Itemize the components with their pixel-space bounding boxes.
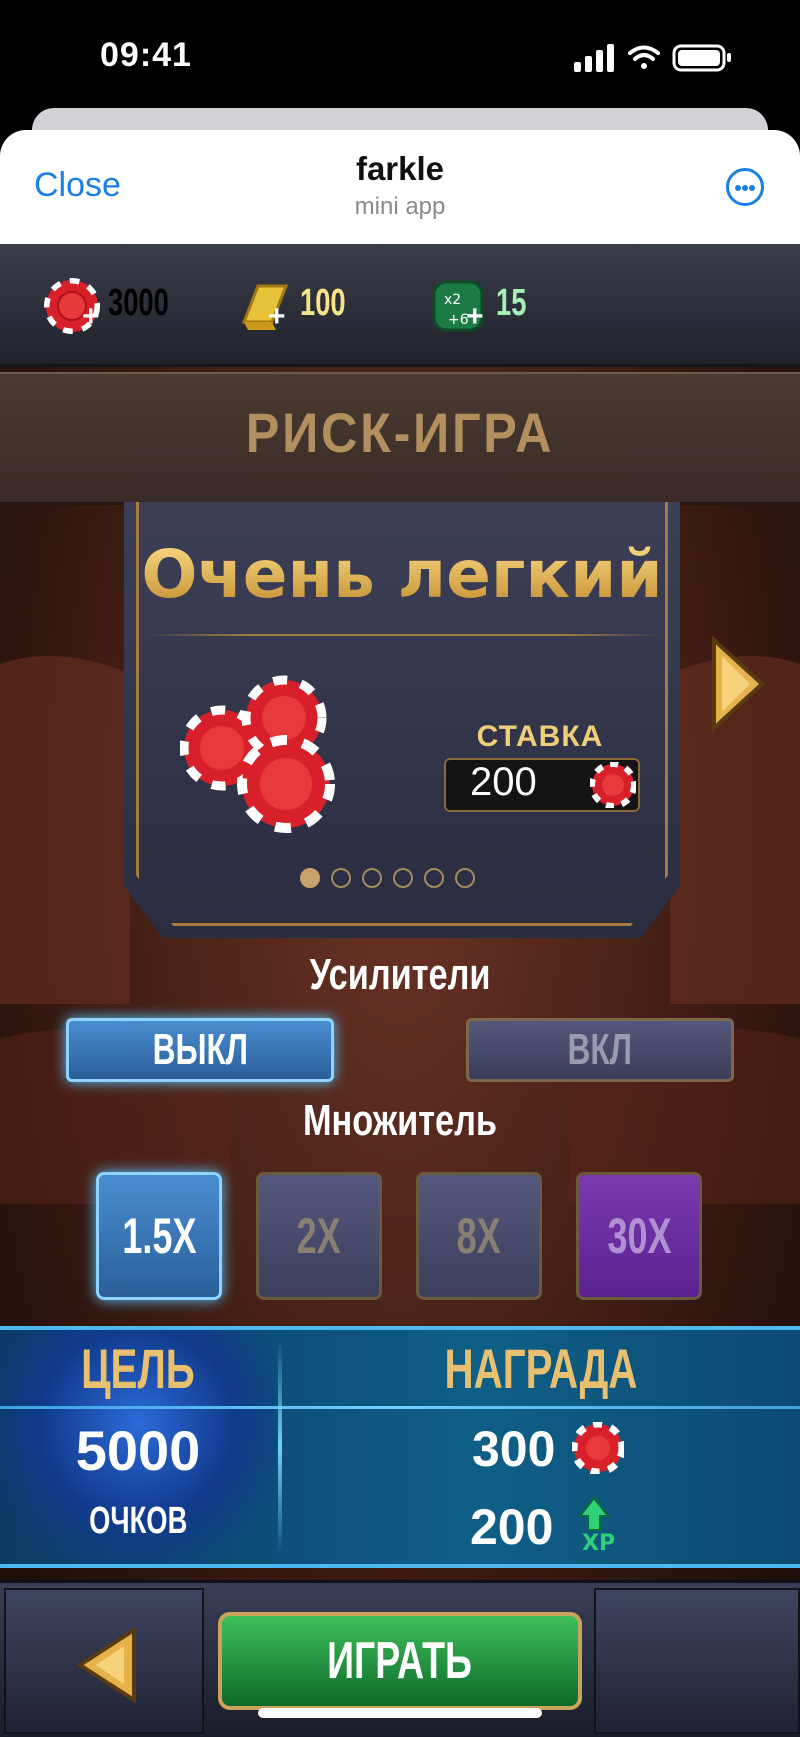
stake-chip-icon (590, 762, 636, 808)
status-icons (574, 44, 731, 72)
app-subtitle: mini app (354, 193, 446, 220)
page-dot[interactable] (455, 868, 475, 888)
app-title: farkle (355, 150, 445, 187)
boosters-off-button[interactable]: ВЫКЛ (66, 1018, 334, 1082)
difficulty-title: Очень легкий (124, 536, 680, 613)
svg-text:x2: x2 (444, 292, 461, 308)
page-dot[interactable] (331, 868, 351, 888)
back-button[interactable] (4, 1588, 204, 1734)
play-label: ИГРАТЬ (327, 1632, 473, 1690)
boosters-label: Усилители (309, 950, 491, 999)
multiplier-label: Множитель (302, 1096, 498, 1145)
status-bar: 09:41 (0, 0, 800, 118)
back-arrow-icon (76, 1626, 136, 1704)
goal-value: 5000 (75, 1419, 201, 1482)
mode-title: РИСК-ИГРА (245, 401, 555, 464)
reward-chip-icon (572, 1422, 624, 1474)
multiplier-2x-button[interactable]: 2X (256, 1172, 382, 1300)
xp-icon: XP (577, 1496, 615, 1554)
multiplier-30x-button[interactable]: 30X (576, 1172, 702, 1300)
page-dot[interactable] (300, 868, 320, 888)
bottom-right-slot (594, 1588, 800, 1734)
goal-unit: ОЧКОВ (88, 1500, 188, 1542)
stake-label: СТАВКА (476, 720, 604, 753)
goal-divider-line (0, 1406, 800, 1409)
play-button[interactable]: ИГРАТЬ (218, 1612, 582, 1710)
battery-icon (672, 44, 731, 72)
stake-value: 200 (470, 760, 537, 804)
multiplier-option-label: 8X (456, 1208, 502, 1264)
card-divider (144, 634, 664, 636)
boosters-off-label: ВЫКЛ (152, 1025, 248, 1074)
card-pagination (300, 868, 480, 892)
signal-icon (574, 44, 614, 72)
chips-stack-icon (180, 675, 335, 833)
multiplier-8x-button[interactable]: 8X (416, 1172, 542, 1300)
reward-heading: НАГРАДА (444, 1337, 638, 1400)
boosters-on-button[interactable]: ВКЛ (466, 1018, 734, 1082)
boosters-on-label: ВКЛ (567, 1025, 633, 1074)
multiplier-1-5x-button[interactable]: 1.5X (96, 1172, 222, 1300)
home-indicator[interactable] (258, 1708, 542, 1718)
add-gold-icon[interactable]: + (268, 300, 286, 334)
wifi-icon (628, 45, 660, 69)
svg-text:XP: XP (582, 1531, 615, 1554)
multiplier-option-label: 2X (296, 1208, 342, 1264)
goal-heading: ЦЕЛЬ (81, 1337, 195, 1400)
next-arrow-icon[interactable] (708, 636, 766, 732)
dice-value: 15 (496, 282, 527, 324)
status-time: 09:41 (100, 36, 192, 74)
page-dot[interactable] (393, 868, 413, 888)
add-dice-icon[interactable]: + (466, 300, 484, 334)
chips-value: 3000 (108, 282, 169, 324)
reward-xp-value: 200 (470, 1499, 554, 1555)
multiplier-option-label: 1.5X (121, 1208, 197, 1264)
page-dot[interactable] (424, 868, 444, 888)
gold-value: 100 (300, 282, 346, 324)
more-options-icon[interactable] (726, 168, 764, 206)
add-chips-icon[interactable]: + (82, 300, 100, 334)
multiplier-option-label: 30X (606, 1208, 672, 1264)
reward-chips-value: 300 (472, 1421, 556, 1477)
page-dot[interactable] (362, 868, 382, 888)
